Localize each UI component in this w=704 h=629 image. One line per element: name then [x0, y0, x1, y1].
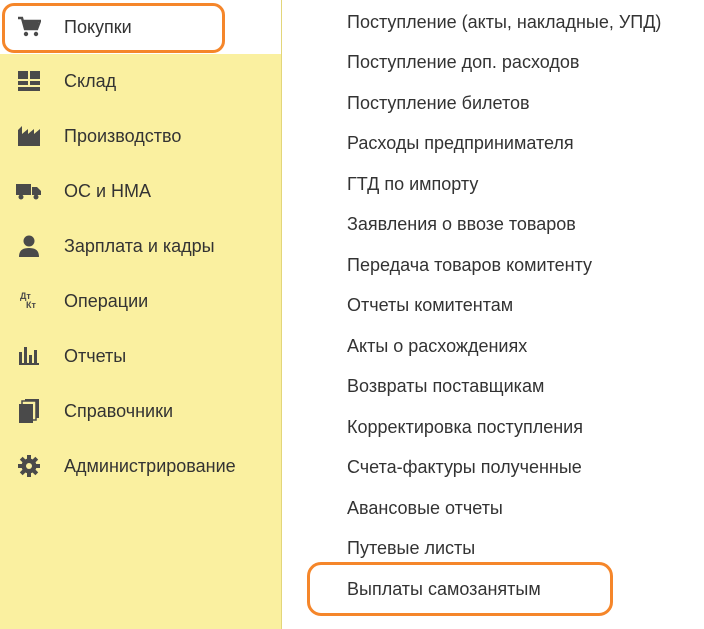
menu-item-supplier-returns[interactable]: Возвраты поставщикам: [347, 374, 544, 398]
sidebar-item-label: Отчеты: [64, 345, 127, 366]
sidebar-item-administration[interactable]: Администрирование: [0, 439, 281, 493]
gear-icon: [16, 453, 42, 479]
menu-item-consignor-reports[interactable]: Отчеты комитентам: [347, 293, 513, 317]
menu-item-transfer-to-consignor[interactable]: Передача товаров комитенту: [347, 253, 592, 277]
debit-credit-icon: Дт Кт: [16, 288, 42, 314]
cart-icon: [16, 14, 42, 40]
menu-item-advance-reports[interactable]: Авансовые отчеты: [347, 496, 503, 520]
sidebar: Покупки Склад Производство ОС и НМА Зарп…: [0, 0, 282, 629]
menu-item-self-employed-payments[interactable]: Выплаты самозанятым: [347, 577, 541, 601]
menu-item-invoices-received[interactable]: Счета-фактуры полученные: [347, 455, 582, 479]
menu-item-tickets[interactable]: Поступление билетов: [347, 91, 530, 115]
menu-item-import-applications[interactable]: Заявления о ввозе товаров: [347, 212, 576, 236]
credit-label: Кт: [26, 300, 36, 310]
menu-item-entrepreneur-expenses[interactable]: Расходы предпринимателя: [347, 131, 574, 155]
sidebar-item-label: Склад: [64, 70, 117, 91]
sidebar-item-label: Производство: [64, 125, 182, 146]
books-icon: [16, 398, 42, 424]
sidebar-item-label: Покупки: [64, 16, 132, 37]
menu-item-receipt-adjustment[interactable]: Корректировка поступления: [347, 415, 583, 439]
menu-item-receipts[interactable]: Поступление (акты, накладные, УПД): [347, 10, 661, 34]
person-icon: [16, 233, 42, 259]
menu-item-discrepancy-acts[interactable]: Акты о расхождениях: [347, 334, 527, 358]
sidebar-item-production[interactable]: Производство: [0, 109, 281, 163]
sidebar-item-salary-hr[interactable]: Зарплата и кадры: [0, 219, 281, 273]
sidebar-item-label: Зарплата и кадры: [64, 235, 215, 256]
factory-icon: [16, 123, 42, 149]
sidebar-item-references[interactable]: Справочники: [0, 384, 281, 438]
truck-icon: [16, 178, 42, 204]
sidebar-item-label: Операции: [64, 290, 149, 311]
sidebar-item-fixed-assets[interactable]: ОС и НМА: [0, 164, 281, 218]
sidebar-item-label: Справочники: [64, 400, 174, 421]
menu-item-customs-declaration[interactable]: ГТД по импорту: [347, 172, 478, 196]
sidebar-item-warehouse[interactable]: Склад: [0, 54, 281, 108]
sidebar-item-label: ОС и НМА: [64, 180, 152, 201]
sidebar-item-label: Администрирование: [64, 455, 236, 476]
sidebar-item-reports[interactable]: Отчеты: [0, 329, 281, 383]
sidebar-item-purchases[interactable]: Покупки: [0, 0, 281, 54]
menu-item-waybills[interactable]: Путевые листы: [347, 536, 475, 560]
warehouse-grid-icon: [16, 68, 42, 94]
menu-item-additional-costs[interactable]: Поступление доп. расходов: [347, 50, 579, 74]
sidebar-item-operations[interactable]: Дт Кт Операции: [0, 274, 281, 328]
bar-chart-icon: [16, 343, 42, 369]
